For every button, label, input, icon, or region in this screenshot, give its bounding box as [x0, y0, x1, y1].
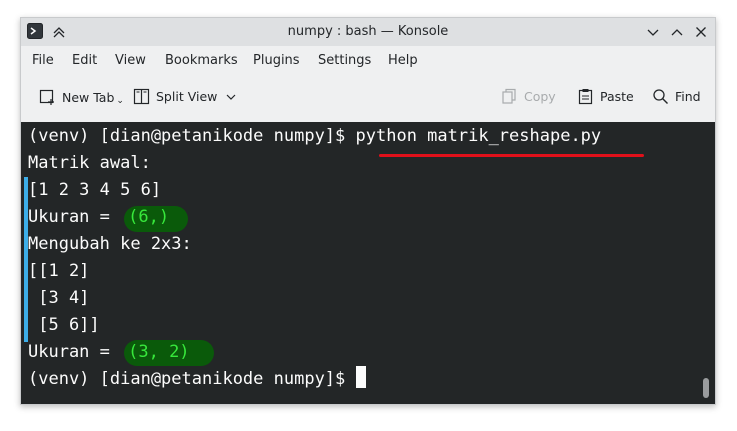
menu-plugins[interactable]: Plugins — [253, 53, 300, 68]
terminal-line: Mengubah ke 2x3: — [28, 234, 192, 254]
split-view-icon — [133, 88, 150, 105]
shape-value: (3, 2) — [128, 342, 190, 362]
terminal-line: [3 4] — [28, 288, 90, 308]
new-tab-label: New Tab — [62, 89, 115, 105]
split-view-label: Split View — [156, 89, 218, 104]
terminal-line: Ukuran = (6,) — [28, 204, 169, 231]
title-bar: numpy : bash — Konsole — [21, 18, 715, 46]
terminal-line: Ukuran = (3, 2) — [28, 339, 190, 366]
menu-file[interactable]: File — [32, 53, 54, 68]
copy-label: Copy — [524, 89, 556, 104]
copy-button[interactable]: Copy — [501, 88, 556, 105]
toolbar: New Tab ⌄ Split View Copy Paste Find — [21, 82, 715, 114]
prompt: (venv) [dian@petanikode numpy]$ — [28, 369, 356, 389]
ukuran-label: Ukuran = — [28, 342, 121, 362]
konsole-window: numpy : bash — Konsole File Edit View Bo… — [20, 17, 716, 405]
menu-help[interactable]: Help — [388, 53, 418, 68]
copy-icon — [502, 88, 516, 104]
paste-label: Paste — [600, 89, 634, 104]
terminal-line-command: (venv) [dian@petanikode numpy]$ python m… — [28, 126, 602, 146]
terminal-line: [5 6]] — [28, 315, 100, 335]
menu-settings[interactable]: Settings — [318, 53, 371, 68]
split-view-button[interactable]: Split View — [133, 88, 237, 105]
terminal-view[interactable]: (venv) [dian@petanikode numpy]$ python m… — [21, 122, 715, 404]
new-tab-icon — [39, 89, 54, 105]
maximize-icon[interactable] — [669, 24, 685, 44]
terminal-line: [[1 2] — [28, 261, 90, 281]
chevron-down-icon[interactable] — [225, 91, 237, 103]
find-label: Find — [675, 89, 701, 104]
menu-bar: File Edit View Bookmarks Plugins Setting… — [21, 48, 715, 74]
minimize-icon[interactable] — [645, 24, 661, 44]
new-tab-button[interactable]: New Tab ⌄ — [39, 88, 124, 106]
command-underline — [379, 154, 644, 157]
terminal-line: Matrik awal: — [28, 153, 151, 173]
chevron-down-icon: ⌄ — [116, 96, 124, 106]
close-icon[interactable] — [693, 24, 709, 44]
menu-edit[interactable]: Edit — [72, 53, 97, 68]
shape-value: (6,) — [128, 207, 170, 227]
terminal-line: [1 2 3 4 5 6] — [28, 180, 162, 200]
text-cursor — [355, 366, 366, 388]
ukuran-label: Ukuran = — [28, 207, 121, 227]
menu-bookmarks[interactable]: Bookmarks — [165, 53, 238, 68]
scrollbar[interactable] — [703, 378, 709, 398]
find-button[interactable]: Find — [652, 88, 701, 105]
paste-button[interactable]: Paste — [577, 88, 634, 105]
paste-icon — [578, 89, 593, 105]
terminal-prompt-line: (venv) [dian@petanikode numpy]$ — [28, 366, 366, 393]
menu-view[interactable]: View — [115, 53, 146, 68]
window-title: numpy : bash — Konsole — [287, 24, 449, 39]
search-icon — [653, 89, 668, 104]
